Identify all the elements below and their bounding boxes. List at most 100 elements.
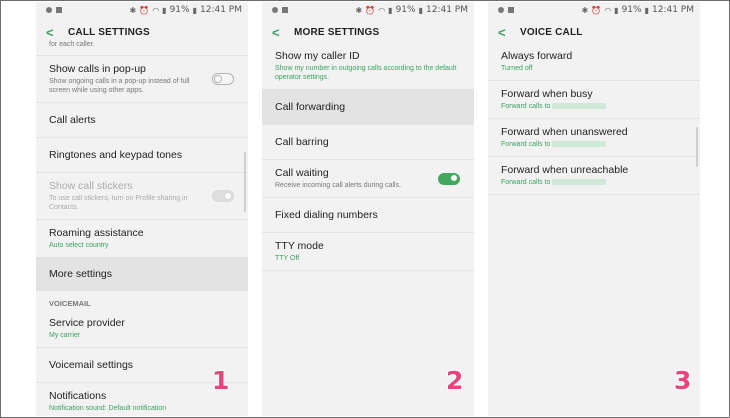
battery-icon: ▮ [192,5,197,15]
gallery-icon [508,7,514,13]
toggle-knob [214,74,222,83]
setting-always-forward[interactable]: Always forward Turned off [488,46,700,81]
alarm-icon: ⏰ [591,5,602,15]
setting-value: TTY Off [275,255,300,262]
setting-title: Call forwarding [275,101,346,113]
setting-value: Forward calls to [501,179,551,186]
setting-title: Forward when busy [501,88,593,100]
signal-icon: ▮ [162,5,167,15]
back-arrow-icon[interactable]: < [46,25,68,40]
setting-ringtones-keypad-tones[interactable]: Ringtones and keypad tones [36,138,248,173]
setting-title: Voicemail settings [49,359,134,371]
alarm-icon: ⏰ [139,5,150,15]
gallery-icon [282,7,288,13]
status-bar: ✱ ⏰ ◠ ▮ 91% ▮ 12:41 PM [36,2,248,18]
setting-service-provider[interactable]: Service provider My carrier [36,310,248,348]
show-calls-popup-toggle[interactable] [212,73,234,85]
battery-level: 91% [395,5,416,15]
gallery-icon [56,7,62,13]
page-title: MORE SETTINGS [294,26,380,38]
setting-value: Show my number in outgoing calls accordi… [275,65,457,81]
app-bar: < MORE SETTINGS [262,18,474,46]
setting-call-waiting[interactable]: Call waiting Receive incoming call alert… [262,160,474,198]
setting-title: Service provider [49,317,125,329]
setting-call-alerts[interactable]: Call alerts [36,103,248,138]
setting-tty-mode[interactable]: TTY mode TTY Off [262,233,474,271]
app-bar: < VOICE CALL [488,18,700,46]
setting-show-calls-popup[interactable]: Show calls in pop-up Show ongoing calls … [36,56,248,103]
scrollbar[interactable] [244,152,246,212]
redacted-number [552,103,607,110]
setting-fixed-dialing-numbers[interactable]: Fixed dialing numbers [262,198,474,233]
wifi-icon: ◠ [604,5,612,15]
page-title: VOICE CALL [520,26,583,38]
toggle-knob [224,191,232,200]
step-number-1: 1 [212,366,230,395]
setting-title: Roaming assistance [49,227,144,239]
setting-title: Ringtones and keypad tones [49,149,183,161]
setting-value: Forward calls to [501,141,551,148]
setting-value: My carrier [49,332,81,339]
setting-title: Show call stickers [49,180,133,192]
status-bar: ✱ ⏰ ◠ ▮ 91% ▮ 12:41 PM [262,2,474,18]
alarm-icon: ⏰ [365,5,376,15]
setting-description: Receive incoming call alerts during call… [275,182,402,189]
setting-forward-when-busy[interactable]: Forward when busy Forward calls to [488,81,700,119]
scrollbar[interactable] [696,127,698,167]
setting-title: Fixed dialing numbers [275,209,378,221]
notification-icon [46,7,52,13]
setting-title: TTY mode [275,240,324,252]
setting-title: Call waiting [275,167,329,179]
setting-value: Turned off [501,65,533,72]
setting-title: Forward when unreachable [501,164,629,176]
battery-icon: ▮ [418,5,423,15]
setting-description: To use call stickers, turn on Profile sh… [49,195,188,211]
setting-call-forwarding[interactable]: Call forwarding [262,90,474,125]
wifi-icon: ◠ [152,5,160,15]
setting-show-my-caller-id[interactable]: Show my caller ID Show my number in outg… [262,46,474,90]
clock: 12:41 PM [426,5,468,15]
setting-value: Auto select country [49,242,109,249]
bluetooth-icon: ✱ [129,5,137,15]
signal-icon: ▮ [614,5,619,15]
back-arrow-icon[interactable]: < [272,25,294,40]
notification-icon [498,7,504,13]
step-number-2: 2 [446,366,464,395]
setting-value: Notification sound: Default notification [49,405,167,412]
toggle-knob [450,174,458,182]
setting-value: Forward calls to [501,103,551,110]
phone-screen-voice-call: ✱ ⏰ ◠ ▮ 91% ▮ 12:41 PM < VOICE CALL Alwa… [488,2,700,416]
setting-forward-when-unreachable[interactable]: Forward when unreachable Forward calls t… [488,157,700,195]
setting-show-call-stickers: Show call stickers To use call stickers,… [36,173,248,220]
back-arrow-icon[interactable]: < [498,25,520,40]
setting-title: Show calls in pop-up [49,63,146,75]
redacted-number [552,179,607,186]
battery-level: 91% [621,5,642,15]
battery-level: 91% [169,5,190,15]
phone-screen-more-settings: ✱ ⏰ ◠ ▮ 91% ▮ 12:41 PM < MORE SETTINGS S… [262,2,474,416]
setting-title: Notifications [49,390,107,402]
partial-description: for each caller. [49,41,95,48]
setting-call-barring[interactable]: Call barring [262,125,474,160]
setting-more-settings[interactable]: More settings [36,258,248,291]
setting-title: More settings [49,268,113,280]
phone-screen-call-settings: ✱ ⏰ ◠ ▮ 91% ▮ 12:41 PM < CALL SETTINGS f… [36,2,248,416]
setting-title: Call barring [275,136,329,148]
signal-icon: ▮ [388,5,393,15]
setting-title: Show my caller ID [275,50,360,62]
setting-forward-when-unanswered[interactable]: Forward when unanswered Forward calls to [488,119,700,157]
call-waiting-toggle[interactable] [438,172,460,185]
battery-icon: ▮ [644,5,649,15]
bluetooth-icon: ✱ [355,5,363,15]
setting-roaming-assistance[interactable]: Roaming assistance Auto select country [36,220,248,258]
setting-title: Always forward [501,50,573,62]
setting-description: Show ongoing calls in a pop-up instead o… [49,78,190,94]
page-title: CALL SETTINGS [68,26,150,38]
notification-icon [272,7,278,13]
status-bar: ✱ ⏰ ◠ ▮ 91% ▮ 12:41 PM [488,2,700,18]
step-number-3: 3 [674,366,692,395]
wifi-icon: ◠ [378,5,386,15]
redacted-number [552,141,607,148]
clock: 12:41 PM [652,5,694,15]
setting-title: Call alerts [49,114,96,126]
